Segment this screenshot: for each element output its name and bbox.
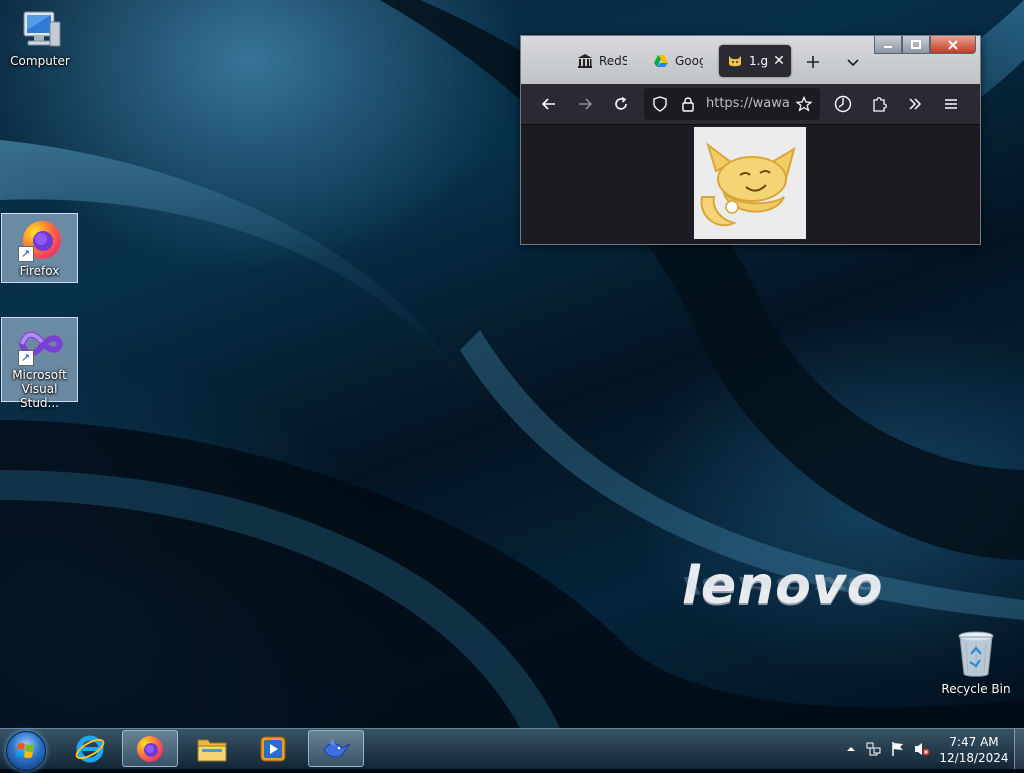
clock-time: 7:47 AM	[949, 735, 999, 749]
google-drive-icon	[653, 53, 669, 69]
lock-icon	[682, 97, 694, 112]
tab-label: Googl	[675, 54, 703, 68]
windows-logo-icon	[16, 743, 34, 758]
cat-icon	[727, 53, 743, 69]
media-player-icon	[260, 736, 286, 761]
computer-icon	[16, 8, 64, 52]
arrow-right-icon	[579, 98, 593, 110]
window-titlebar[interactable]: RedSt Googl 1.gi ✕	[521, 36, 980, 84]
action-center-tray-button[interactable]	[890, 741, 906, 757]
back-button[interactable]	[537, 92, 561, 116]
desktop-icon-label: Recycle Bin	[941, 682, 1011, 696]
recycle-bin-icon	[956, 630, 996, 678]
taskbar-bird-app[interactable]	[308, 730, 364, 767]
file-explorer-icon	[197, 739, 227, 761]
network-icon	[866, 742, 881, 756]
shortcut-arrow-icon: ↗	[17, 350, 34, 366]
visual-studio-icon: ↗	[16, 322, 64, 366]
account-button[interactable]	[831, 92, 855, 116]
maximize-icon	[911, 39, 921, 49]
taskbar: 7:47 AM 12/18/2024	[0, 728, 1024, 771]
desktop-icon-label: Firefox	[19, 264, 60, 278]
desktop-icon-label: Computer	[10, 54, 70, 68]
new-tab-button[interactable]	[801, 50, 825, 74]
double-chevron-right-icon	[909, 98, 922, 110]
tab-redstone[interactable]: RedSt	[569, 45, 629, 77]
chevron-down-icon	[847, 59, 859, 67]
address-bar[interactable]: https://wawa	[644, 88, 820, 120]
extensions-button[interactable]	[867, 92, 891, 116]
desktop-icon-label: Microsoft Visual Stud...	[12, 368, 67, 410]
desktop-icon-computer[interactable]: Computer	[2, 4, 78, 76]
overflow-menu-button[interactable]	[903, 92, 927, 116]
navigation-toolbar: https://wawa	[521, 84, 980, 125]
sync-icon	[834, 95, 852, 113]
close-tab-button[interactable]: ✕	[771, 53, 787, 69]
internet-explorer-icon	[75, 735, 105, 762]
close-window-button[interactable]	[930, 36, 976, 54]
page-content	[521, 125, 980, 243]
plus-icon	[807, 56, 819, 68]
desktop-icon-visual-studio[interactable]: ↗ Microsoft Visual Stud...	[1, 317, 78, 410]
list-all-tabs-button[interactable]	[841, 50, 865, 74]
maximize-button[interactable]	[902, 36, 930, 54]
reload-icon	[615, 96, 627, 110]
taskbar-internet-explorer[interactable]	[62, 730, 118, 767]
hamburger-icon	[945, 99, 957, 109]
firefox-window[interactable]: RedSt Googl 1.gi ✕	[520, 35, 981, 245]
tab-1-gif[interactable]: 1.gi ✕	[719, 45, 791, 77]
show-desktop-button[interactable]	[1014, 729, 1024, 769]
clock-date: 12/18/2024	[939, 751, 1009, 765]
taskbar-media-player[interactable]	[245, 730, 301, 767]
bank-icon	[577, 53, 593, 69]
taskbar-file-explorer[interactable]	[184, 730, 240, 767]
speaker-muted-icon	[915, 743, 930, 756]
close-icon	[948, 39, 958, 50]
network-tray-button[interactable]	[866, 741, 882, 757]
volume-tray-button[interactable]	[914, 741, 930, 757]
lenovo-logo-reflection: lenovo	[682, 571, 884, 598]
shield-icon	[653, 96, 667, 112]
tab-label: RedSt	[599, 54, 627, 68]
taskbar-clock[interactable]: 7:47 AM 12/18/2024	[934, 734, 1014, 766]
show-hidden-icons-button[interactable]	[843, 741, 859, 757]
flag-icon	[892, 742, 903, 756]
start-button[interactable]	[6, 731, 46, 771]
arrow-left-icon	[541, 98, 555, 110]
taskbar-firefox[interactable]	[122, 730, 178, 767]
star-icon[interactable]	[796, 96, 812, 112]
firefox-icon	[137, 735, 163, 762]
minimize-icon	[884, 45, 892, 48]
firefox-icon: ↗	[16, 218, 64, 262]
tab-google-drive[interactable]: Googl	[645, 45, 709, 77]
url-text: https://wawa	[706, 96, 790, 111]
window-controls	[874, 36, 976, 54]
desktop-icon-recycle-bin[interactable]: Recycle Bin	[940, 630, 1012, 696]
tab-label: 1.gi	[749, 54, 767, 68]
forward-button[interactable]	[573, 92, 597, 116]
app-menu-button[interactable]	[939, 92, 963, 116]
desktop-icon-firefox[interactable]: ↗ Firefox	[1, 213, 78, 283]
puzzle-icon	[873, 97, 887, 112]
bird-app-icon	[323, 737, 351, 757]
chevron-up-icon	[847, 747, 855, 751]
shortcut-arrow-icon: ↗	[17, 246, 34, 262]
minimize-button[interactable]	[874, 36, 902, 54]
cartoon-cat-gif	[694, 127, 806, 239]
reload-button[interactable]	[609, 92, 633, 116]
